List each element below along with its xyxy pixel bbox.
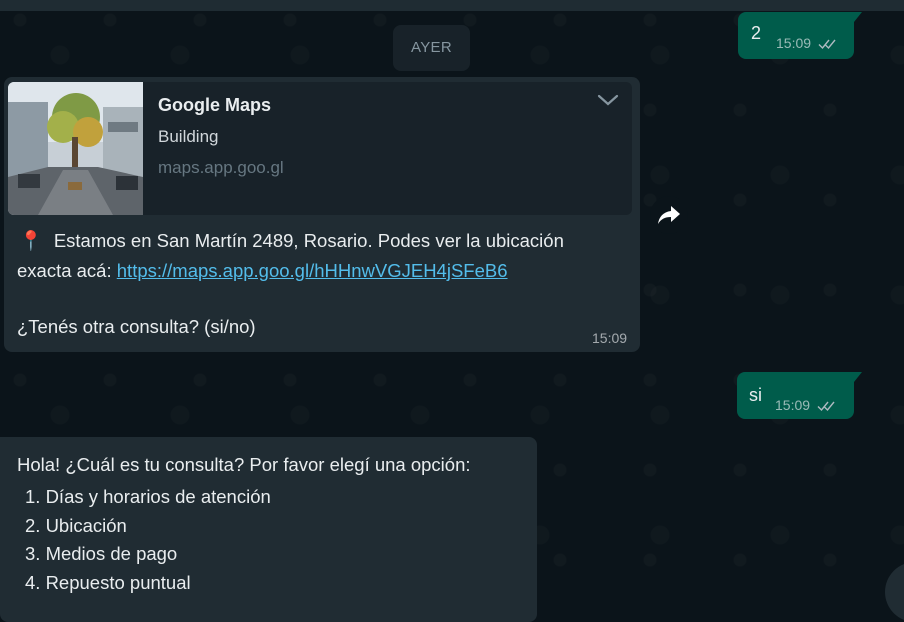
- menu-option: 1. Días y horarios de atención: [25, 486, 271, 507]
- chevron-down-icon[interactable]: [596, 90, 620, 110]
- street-photo-icon: [8, 82, 143, 215]
- menu-options: 1. Días y horarios de atención 2. Ubicac…: [25, 483, 271, 598]
- bubble-tail: [854, 372, 862, 382]
- date-separator: AYER: [393, 25, 470, 71]
- menu-intro: Hola! ¿Cuál es tu consulta? Por favor el…: [17, 454, 471, 475]
- preview-domain: maps.app.goo.gl: [158, 158, 284, 177]
- bubble-tail: [854, 12, 862, 22]
- location-text: Estamos en San Martín 2489, Rosario. Pod…: [53, 230, 564, 251]
- message-meta: 15:09: [775, 397, 837, 413]
- message-meta: 15:09: [776, 35, 838, 51]
- location-text-prefix: exacta acá:: [17, 260, 117, 281]
- link-preview-card[interactable]: Google Maps Building maps.app.goo.gl: [8, 82, 632, 215]
- message-time: 15:09: [775, 397, 811, 413]
- menu-option: 2. Ubicación: [25, 514, 127, 536]
- location-message-line-1: 📍 Estamos en San Martín 2489, Rosario. P…: [19, 226, 564, 257]
- preview-title: Google Maps: [158, 95, 272, 115]
- forward-arrow-icon: [658, 206, 680, 224]
- message-outgoing-si[interactable]: si 15:09: [737, 372, 862, 419]
- forward-button[interactable]: [650, 196, 688, 234]
- maps-link[interactable]: https://maps.app.goo.gl/hHHnwVGJEH4jSFeB…: [117, 260, 508, 281]
- question-text: ¿Tenés otra consulta? (si/no): [17, 316, 256, 337]
- double-check-icon: [817, 401, 835, 412]
- message-time: 15:09: [592, 330, 628, 346]
- message-text: 2: [751, 23, 762, 43]
- menu-option: 4. Repuesto puntual: [25, 572, 191, 594]
- location-message-line-2: exacta acá: https://maps.app.goo.gl/hHHn…: [17, 256, 508, 286]
- menu-option: 3. Medios de pago: [25, 543, 178, 565]
- header-edge: [0, 0, 904, 11]
- double-check-icon: [818, 39, 836, 50]
- message-outgoing-2[interactable]: 2 15:09: [738, 12, 862, 59]
- message-text: si: [749, 385, 762, 405]
- pin-icon: 📍: [19, 231, 43, 252]
- preview-description: Building: [158, 127, 219, 146]
- message-time: 15:09: [776, 35, 812, 51]
